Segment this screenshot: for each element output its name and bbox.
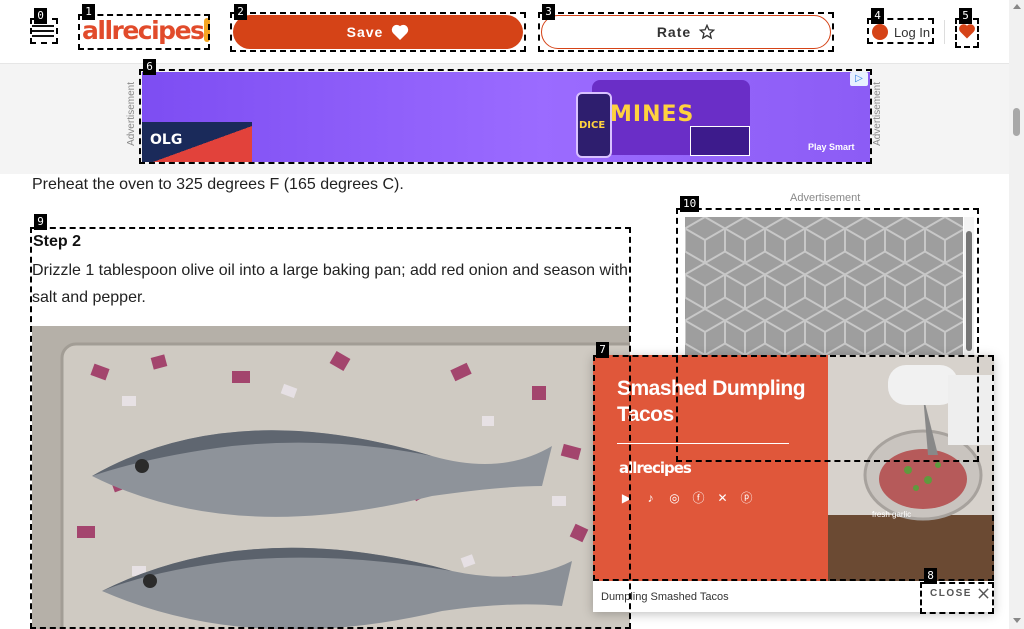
- cooking-scene: [828, 355, 994, 581]
- video-divider: [617, 443, 789, 444]
- video-title: Smashed Dumpling Tacos: [617, 377, 806, 426]
- rate-button[interactable]: Rate: [541, 15, 831, 49]
- pinterest-icon[interactable]: ⓟ: [739, 491, 754, 506]
- video-frame[interactable]: fresh garlic: [828, 355, 994, 581]
- user-icon: [872, 24, 888, 40]
- video-brand: allrecipes: [619, 459, 692, 477]
- rate-label: Rate: [656, 24, 692, 40]
- play-smart-text: Play Smart: [808, 142, 855, 152]
- step-2-title: Step 2: [33, 233, 82, 250]
- scroll-down-arrow[interactable]: [1013, 618, 1021, 623]
- close-icon: [978, 588, 989, 599]
- olg-text: OLG: [150, 132, 183, 148]
- marker-tag-0: 0: [34, 8, 47, 24]
- saved-items-heart-icon[interactable]: [958, 22, 976, 40]
- marker-tag-1: 1: [82, 4, 95, 20]
- step-2-text: Drizzle 1 tablespoon olive oil into a la…: [32, 262, 628, 306]
- marker-tag-10: 10: [680, 196, 700, 212]
- fish-pan-illustration: [32, 326, 630, 629]
- sidebar-ad-label: Advertisement: [790, 192, 861, 204]
- top-ad-banner[interactable]: OLG MINES DICE Play Smart: [142, 72, 870, 162]
- sidebar-ad-scrollbar[interactable]: [964, 217, 974, 357]
- ad-label-left: Advertisement: [126, 82, 137, 146]
- cube-pattern: [685, 217, 963, 357]
- step-1-text: Preheat the oven to 325 degrees F (165 d…: [32, 176, 404, 193]
- page-scrollbar[interactable]: [1009, 0, 1024, 629]
- marker-tag-4: 4: [871, 8, 884, 24]
- marker-tag-9: 9: [34, 214, 47, 230]
- menu-icon[interactable]: [32, 22, 54, 40]
- marker-tag-3: 3: [542, 4, 555, 20]
- youtube-icon[interactable]: ▶: [619, 491, 634, 506]
- site-header: allrecipes Save Rate Log In: [0, 0, 1009, 64]
- close-label: CLOSE: [930, 588, 972, 599]
- sidebar-ad[interactable]: [685, 217, 963, 357]
- video-caption: Dumpling Smashed Tacos: [601, 591, 729, 603]
- star-icon: [699, 24, 716, 40]
- heart-icon: [392, 24, 409, 40]
- login-label: Log In: [894, 24, 931, 40]
- header-divider: [944, 20, 945, 44]
- page-scroll-thumb[interactable]: [1013, 108, 1020, 136]
- sidebar-ad-scroll-thumb[interactable]: [966, 231, 972, 351]
- adchoices-icon[interactable]: ▷: [850, 72, 868, 86]
- scroll-up-arrow[interactable]: [1013, 4, 1021, 9]
- close-video-button[interactable]: CLOSE: [930, 588, 989, 599]
- recipe-step-photo[interactable]: [32, 326, 630, 629]
- login-link[interactable]: Log In: [872, 22, 930, 42]
- save-label: Save: [346, 24, 384, 40]
- social-icons: ▶ ♪ ◎ ⓕ ✕ ⓟ: [619, 491, 754, 506]
- video-frame-text: fresh garlic: [872, 510, 912, 519]
- allrecipes-logo[interactable]: allrecipes: [82, 16, 211, 45]
- marker-tag-5: 5: [959, 8, 972, 24]
- facebook-icon[interactable]: ⓕ: [691, 491, 706, 506]
- marker-tag-6: 6: [143, 59, 156, 75]
- x-icon[interactable]: ✕: [715, 491, 730, 506]
- dice-text: DICE: [579, 120, 606, 131]
- marker-tag-8: 8: [924, 568, 937, 584]
- save-button[interactable]: Save: [233, 15, 523, 49]
- ad-label-right: Advertisement: [872, 82, 883, 146]
- video-title-panel: Smashed Dumpling Tacos allrecipes ▶ ♪ ◎ …: [593, 355, 828, 581]
- marker-tag-7: 7: [596, 342, 609, 358]
- marker-tag-2: 2: [234, 4, 247, 20]
- spoon-icon: [204, 18, 211, 42]
- tiktok-icon[interactable]: ♪: [643, 491, 658, 506]
- instagram-icon[interactable]: ◎: [667, 491, 682, 506]
- logo-text: allrecipes: [82, 16, 205, 45]
- game-thumbnail: [690, 126, 750, 156]
- mines-headline: MINES: [610, 102, 695, 127]
